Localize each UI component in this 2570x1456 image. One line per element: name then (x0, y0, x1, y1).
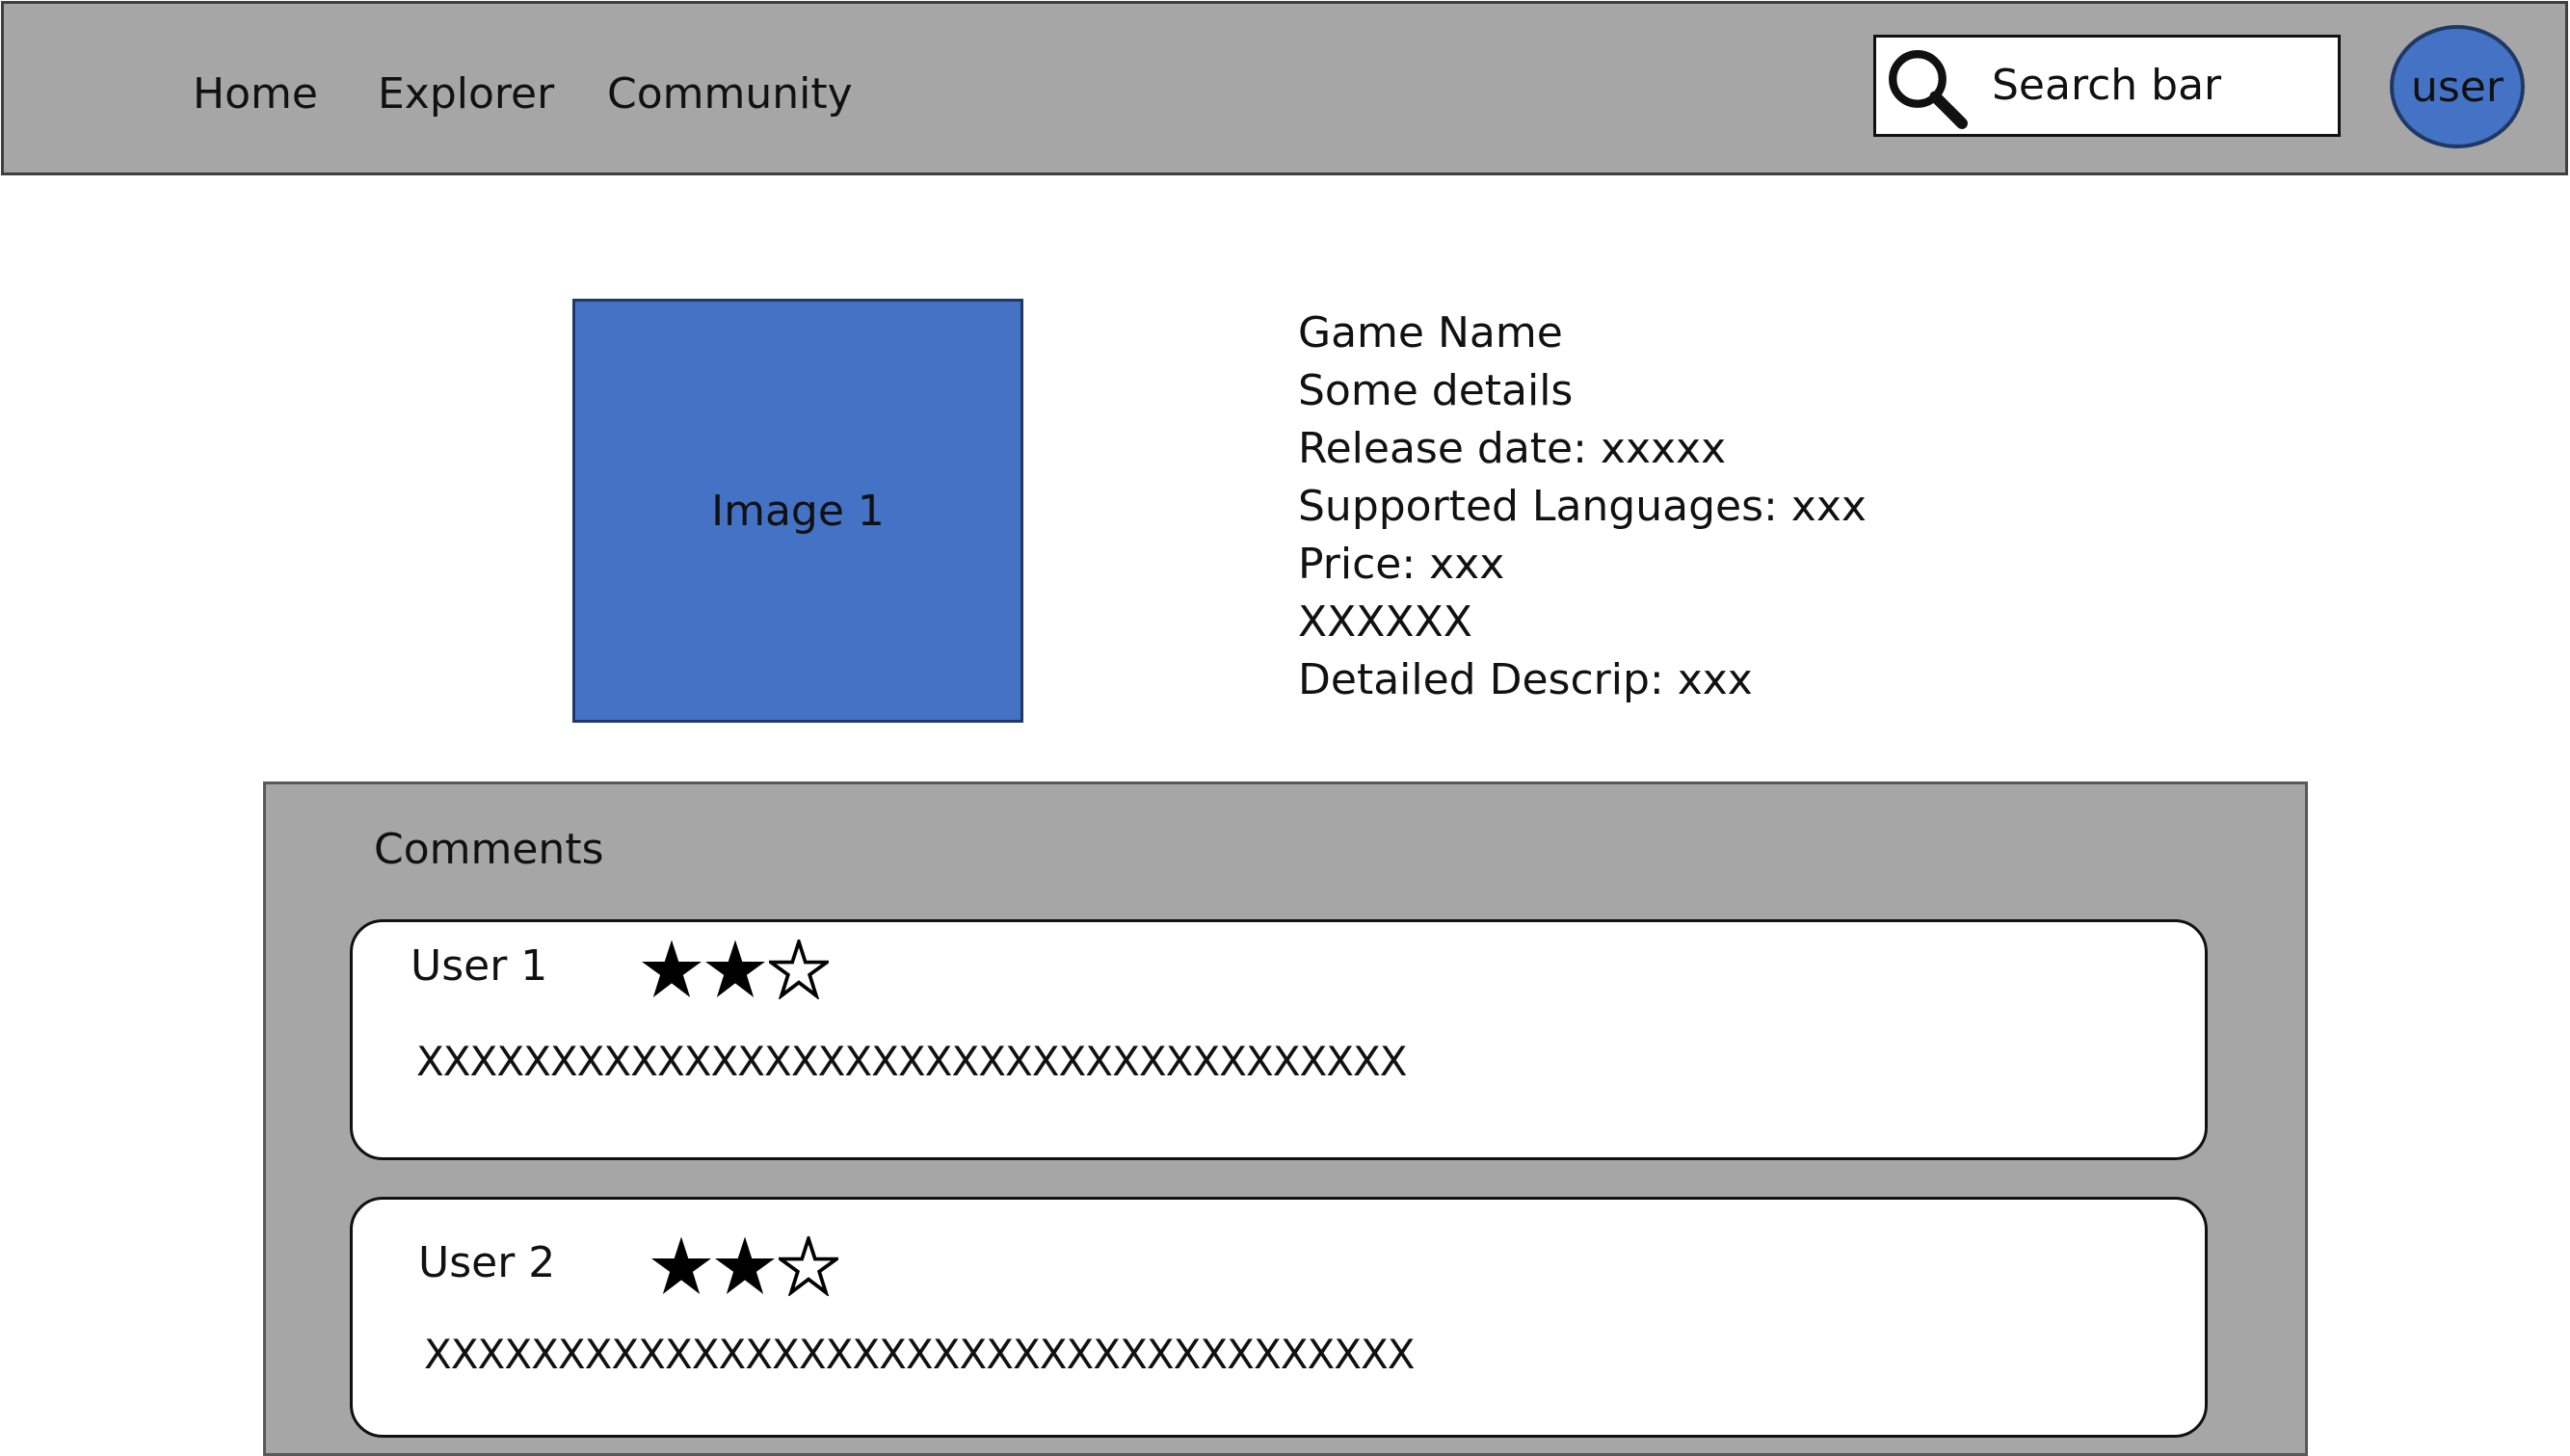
star-empty-icon (779, 1236, 838, 1296)
comment-user: User 1 (411, 941, 548, 991)
game-details: Game Name Some details Release date: xxx… (1298, 304, 1867, 709)
nav-link-home[interactable]: Home (193, 69, 318, 119)
star-rating (642, 940, 829, 999)
user-avatar-label: user (2411, 62, 2504, 112)
star-empty-icon (769, 940, 829, 999)
comment-card: User 1 XXXXXXXXXXXXXXXXXXXXXXXXXXXXXXXXX… (350, 919, 2208, 1160)
star-filled-icon (642, 940, 702, 997)
release-date: Release date: xxxxx (1298, 424, 1727, 473)
supported-languages: Supported Languages: xxx (1298, 482, 1867, 531)
user-avatar-button[interactable]: user (2390, 25, 2525, 148)
game-image-label: Image 1 (711, 486, 885, 536)
game-summary: Some details (1298, 366, 1574, 415)
star-filled-icon (715, 1236, 775, 1294)
detailed-description: Detailed Descrip: xxx (1298, 655, 1753, 704)
detail-placeholder: XXXXXX (1298, 597, 1472, 647)
comment-user: User 2 (418, 1238, 556, 1287)
star-filled-icon (705, 940, 765, 997)
nav-link-community[interactable]: Community (607, 69, 853, 119)
comment-card: User 2 XXXXXXXXXXXXXXXXXXXXXXXXXXXXXXXXX… (350, 1197, 2208, 1438)
star-rating (651, 1236, 838, 1296)
comment-text: XXXXXXXXXXXXXXXXXXXXXXXXXXXXXXXXXXXXX (424, 1331, 1416, 1378)
comments-title: Comments (374, 825, 604, 874)
top-nav-bar: Home Explorer Community Search bar user (1, 1, 2568, 175)
comments-panel: Comments User 1 XXXXXXXXXXXXXXXXXXXXXXXX… (263, 781, 2308, 1456)
search-bar[interactable]: Search bar (1873, 35, 2341, 137)
game-image: Image 1 (572, 299, 1023, 723)
search-icon (1889, 50, 1968, 129)
search-placeholder: Search bar (1992, 61, 2222, 110)
star-filled-icon (651, 1236, 711, 1294)
nav-link-explorer[interactable]: Explorer (378, 69, 554, 119)
comment-text: XXXXXXXXXXXXXXXXXXXXXXXXXXXXXXXXXXXXX (416, 1038, 1408, 1085)
price: Price: xxx (1298, 540, 1505, 589)
game-name: Game Name (1298, 308, 1563, 357)
